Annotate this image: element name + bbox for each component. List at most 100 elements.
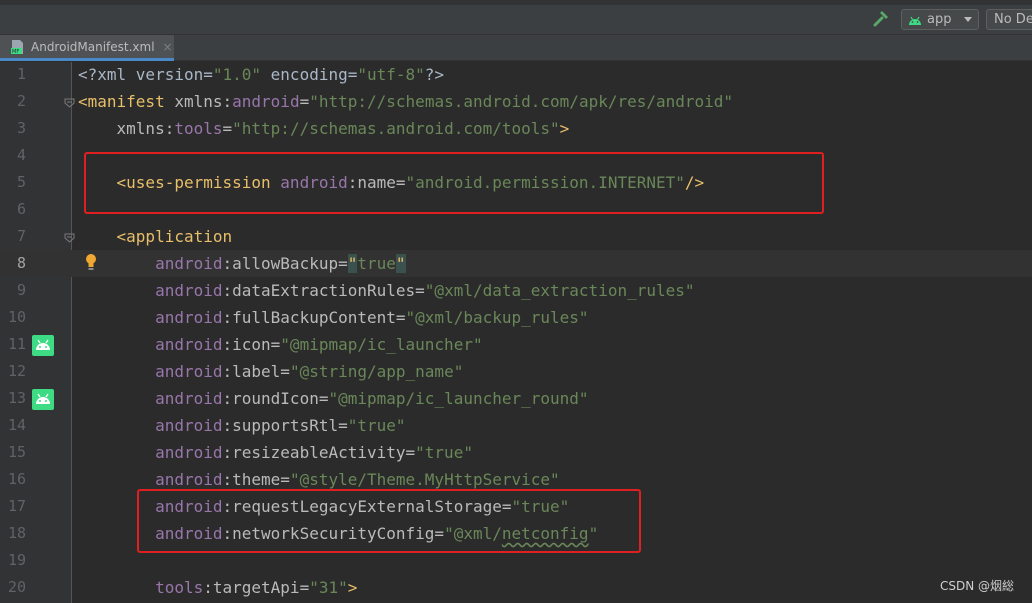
line-number: 8	[16, 254, 26, 272]
code-token: "@xml/data_extraction_rules"	[424, 281, 695, 300]
line-number: 12	[7, 362, 26, 380]
code-token: android	[155, 416, 223, 435]
code-text[interactable]: xmlns:tools="http://schemas.android.com/…	[78, 115, 570, 142]
line-number: 16	[7, 470, 26, 488]
line-number: 11	[7, 335, 26, 353]
code-token: android	[232, 92, 300, 111]
code-text[interactable]: <application	[78, 223, 233, 250]
code-token: =	[222, 119, 233, 138]
chevron-down-icon	[964, 17, 972, 22]
code-line[interactable]: 8 android:allowBackup="true"	[0, 250, 1032, 277]
code-line[interactable]: 15 android:resizeableActivity="true"	[0, 439, 1032, 466]
fold-icon[interactable]	[64, 97, 75, 108]
line-number: 18	[7, 524, 26, 542]
code-text[interactable]: android:roundIcon="@mipmap/ic_launcher_r…	[78, 385, 589, 412]
code-line[interactable]: 11 android:icon="@mipmap/ic_launcher"	[0, 331, 1032, 358]
toolbar-top-strip	[0, 0, 1032, 5]
code-line[interactable]: 7 <application	[0, 223, 1032, 250]
code-text[interactable]: android:supportsRtl="true"	[78, 412, 405, 439]
code-token: =	[299, 92, 310, 111]
code-text[interactable]: tools:targetApi="31">	[78, 574, 357, 601]
code-token: "	[395, 254, 406, 273]
watermark: CSDN @烟総	[939, 579, 1014, 593]
code-text[interactable]: <?xml version="1.0" encoding="utf-8"?>	[78, 61, 444, 88]
tab-label: AndroidManifest.xml	[31, 39, 155, 54]
code-token: :targetApi=	[203, 578, 310, 597]
code-text[interactable]: android:dataExtractionRules="@xml/data_e…	[78, 277, 695, 304]
code-token: encoding=	[261, 65, 358, 84]
code-token: :allowBackup=	[222, 254, 348, 273]
code-line[interactable]: 12 android:label="@string/app_name"	[0, 358, 1032, 385]
code-token: :supportsRtl=	[222, 416, 348, 435]
run-config-selector[interactable]: app	[901, 9, 979, 30]
code-line[interactable]: 3 xmlns:tools="http://schemas.android.co…	[0, 115, 1032, 142]
code-token: ?>	[424, 65, 445, 84]
code-token: "	[347, 254, 358, 273]
code-text[interactable]: android:label="@string/app_name"	[78, 358, 463, 385]
code-token: :fullBackupContent=	[222, 308, 406, 327]
code-line[interactable]: 2 <manifest xmlns:android="http://schemas…	[0, 88, 1032, 115]
lightbulb-icon[interactable]	[84, 253, 98, 271]
code-token: >	[559, 119, 570, 138]
close-icon[interactable]: ×	[163, 40, 173, 54]
code-token: :label=	[222, 362, 290, 381]
line-number: 9	[16, 281, 26, 299]
code-token: "@xml/backup_rules"	[405, 308, 589, 327]
line-number: 2	[16, 92, 26, 110]
code-text[interactable]: android:fullBackupContent="@xml/backup_r…	[78, 304, 589, 331]
code-line[interactable]: 1 <?xml version="1.0" encoding="utf-8"?>	[0, 61, 1032, 88]
svg-text:MF: MF	[12, 49, 19, 55]
code-token: xmlns:	[164, 92, 233, 111]
line-number: 6	[16, 200, 26, 218]
code-token: >	[347, 578, 358, 597]
tab-androidmanifest[interactable]: MF AndroidManifest.xml ×	[0, 35, 174, 61]
line-number: 1	[16, 65, 26, 83]
code-token: "@string/app_name"	[289, 362, 464, 381]
code-token: "true"	[415, 443, 473, 462]
code-token: xmlns:	[78, 119, 175, 138]
code-token: android	[155, 254, 223, 273]
code-line[interactable]: 10 android:fullBackupContent="@xml/backu…	[0, 304, 1032, 331]
line-number: 19	[7, 551, 26, 569]
code-token: android	[155, 335, 223, 354]
code-line[interactable]: 20 tools:targetApi="31">	[0, 574, 1032, 601]
code-token: "http://schemas.android.com/apk/res/andr…	[309, 92, 734, 111]
code-line[interactable]: 9 android:dataExtractionRules="@xml/data…	[0, 277, 1032, 304]
code-line[interactable]: 13 android:roundIcon="@mipmap/ic_launche…	[0, 385, 1032, 412]
fold-icon[interactable]	[64, 232, 75, 243]
code-token: android	[155, 443, 223, 462]
code-token: tools	[155, 578, 204, 597]
code-text[interactable]: <manifest xmlns:android="http://schemas.…	[78, 88, 733, 115]
code-token: "1.0"	[212, 65, 262, 84]
android-resource-icon[interactable]	[32, 389, 54, 410]
line-number: 14	[7, 416, 26, 434]
code-text[interactable]: android:allowBackup="true"	[78, 250, 406, 277]
code-token: android	[155, 389, 223, 408]
code-token: android	[155, 281, 223, 300]
line-number: 15	[7, 443, 26, 461]
android-resource-icon[interactable]	[32, 335, 54, 356]
code-token: android	[155, 308, 223, 327]
code-token: :theme=	[222, 470, 290, 489]
code-token: "utf-8"	[357, 65, 425, 84]
build-hammer-icon[interactable]	[872, 10, 890, 28]
line-number: 3	[16, 119, 26, 137]
code-line[interactable]: 14 android:supportsRtl="true"	[0, 412, 1032, 439]
line-number: 17	[7, 497, 26, 515]
device-selector[interactable]: No De	[986, 9, 1032, 30]
line-number: 13	[7, 389, 26, 407]
code-token: "@mipmap/ic_launcher_round"	[328, 389, 589, 408]
code-text[interactable]: android:icon="@mipmap/ic_launcher"	[78, 331, 483, 358]
editor-tab-bar: MF AndroidManifest.xml ×	[0, 35, 1032, 61]
line-number: 7	[16, 227, 26, 245]
code-editor[interactable]: 1 <?xml version="1.0" encoding="utf-8"?> 2…	[0, 62, 1032, 603]
code-text[interactable]: android:resizeableActivity="true"	[78, 439, 473, 466]
code-token: <?xml version=	[78, 65, 213, 84]
code-token: :roundIcon=	[222, 389, 329, 408]
